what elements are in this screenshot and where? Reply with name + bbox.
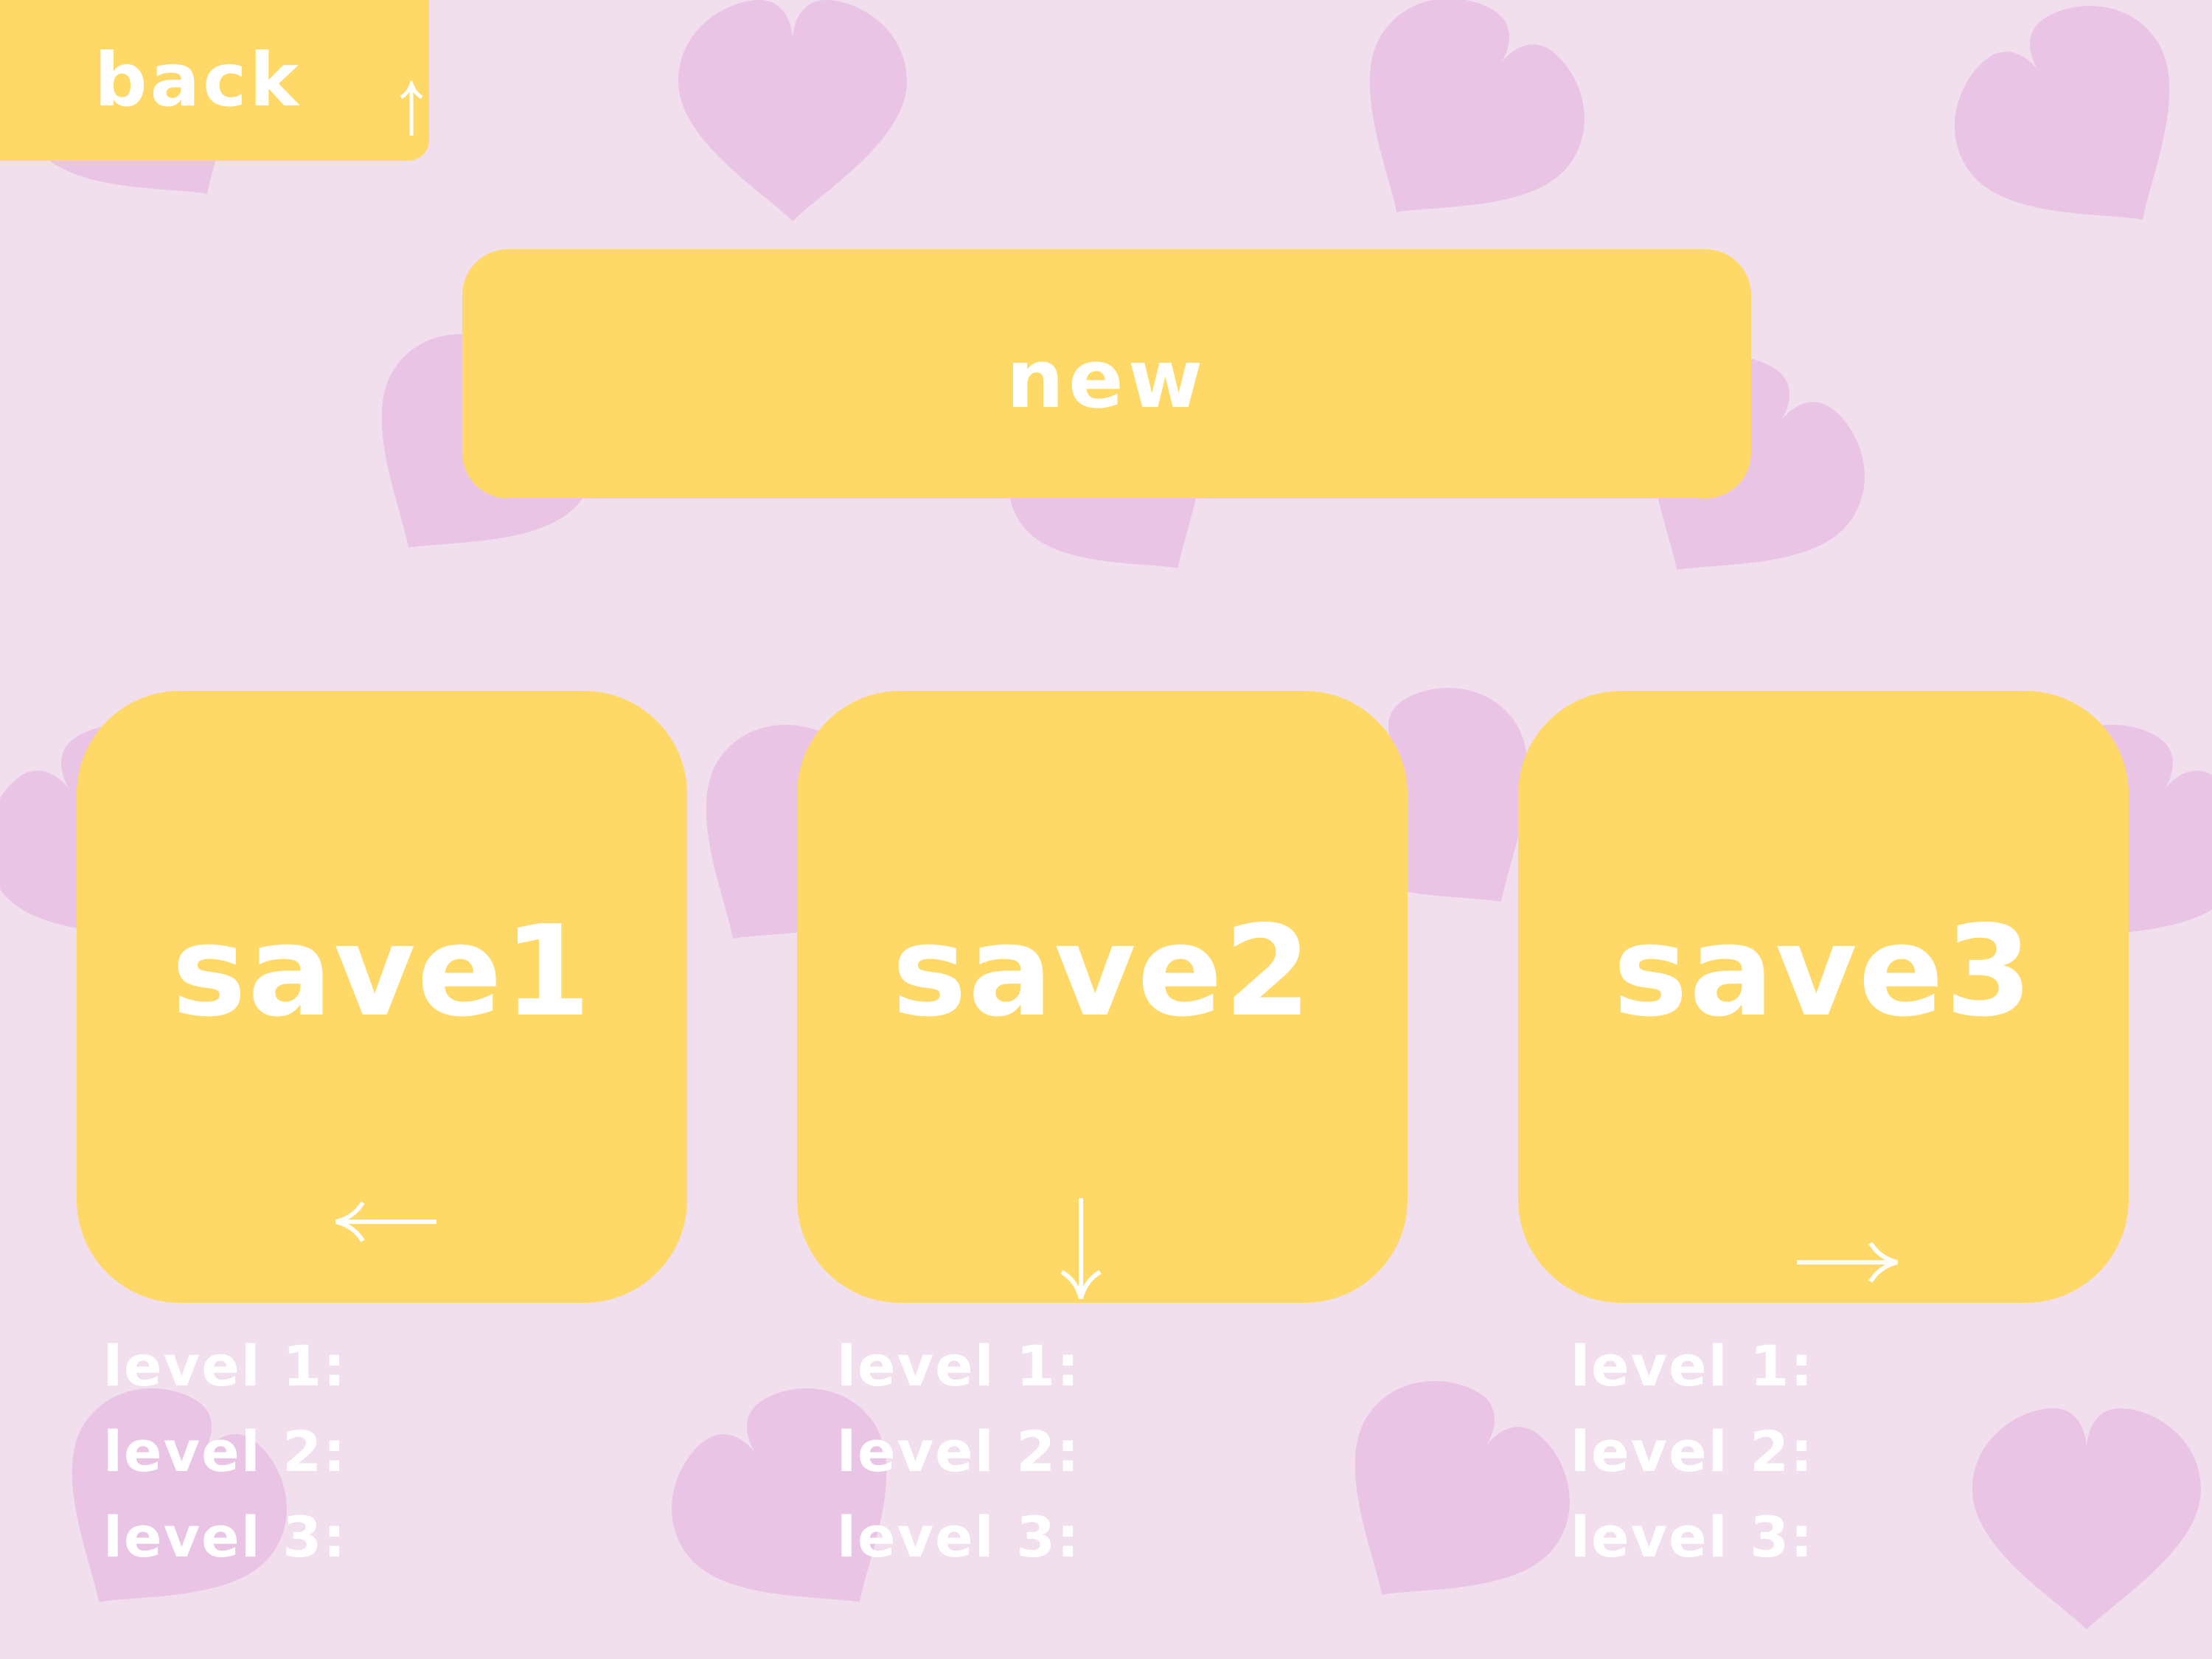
save-slot-3-levels: level 1: level 2: level 3: (1571, 1324, 2087, 1580)
level-3-label: level 3: (837, 1504, 1081, 1570)
save-slot-1-button[interactable]: save1 (77, 691, 687, 1303)
save-slot-2-button[interactable]: save2 (797, 691, 1408, 1303)
new-game-label: new (1006, 332, 1208, 426)
heart-icon (1921, 0, 2212, 285)
save-slot-2-levels: level 1: level 2: level 3: (837, 1324, 1353, 1580)
arrow-up-icon (400, 81, 423, 136)
arrow-down-icon (1060, 1198, 1102, 1299)
level-1-label: level 1: (1571, 1333, 1815, 1399)
back-label: back (94, 37, 302, 123)
level-2-label: level 2: (837, 1419, 1081, 1484)
level-1-label: level 1: (103, 1333, 347, 1399)
save-slot-label: save2 (891, 899, 1313, 1045)
save-slot-label: save1 (171, 899, 593, 1045)
arrow-left-icon (335, 1201, 437, 1242)
new-game-button[interactable]: new (462, 249, 1751, 498)
level-1-label: level 1: (837, 1333, 1081, 1399)
level-3-label: level 3: (103, 1504, 347, 1570)
level-2-label: level 2: (103, 1419, 347, 1484)
back-button[interactable]: back (0, 0, 429, 161)
level-2-label: level 2: (1571, 1419, 1815, 1484)
level-3-label: level 3: (1571, 1504, 1815, 1570)
heart-icon (678, 0, 907, 221)
save-slot-label: save3 (1613, 899, 2034, 1045)
heart-icon (1302, 0, 1618, 278)
save-slot-3-button[interactable]: save3 (1518, 691, 2129, 1303)
save-slot-1-levels: level 1: level 2: level 3: (103, 1324, 619, 1580)
arrow-right-icon (1797, 1242, 1898, 1283)
